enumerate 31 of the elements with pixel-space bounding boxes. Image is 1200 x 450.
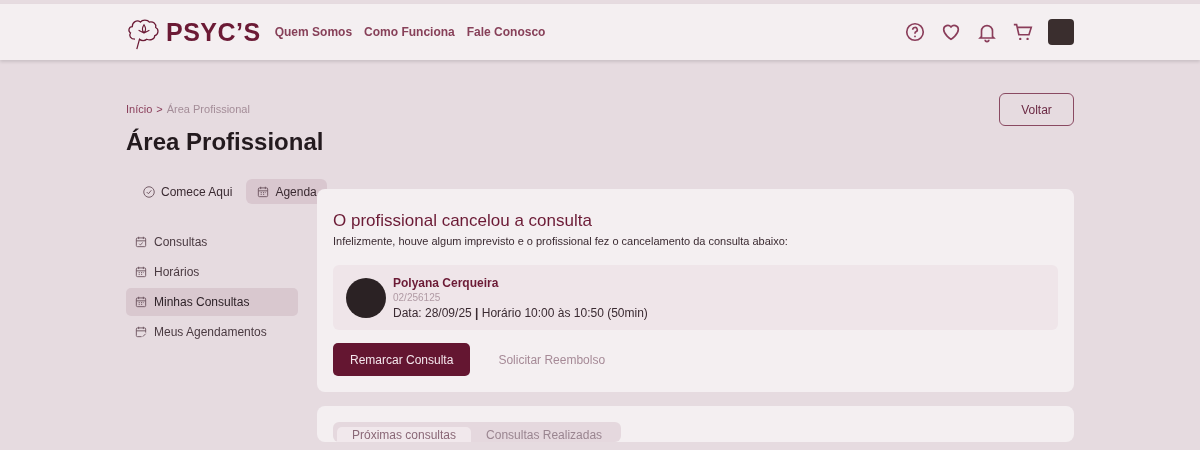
notice-message: Infelizmente, houve algum imprevisto e o profissional fez o cancelamento da consulta abaixo: xyxy=(333,235,789,247)
breadcrumb-separator: > xyxy=(156,103,163,115)
help-icon[interactable] xyxy=(904,21,926,43)
tab[interactable]: Próximas consultas xyxy=(337,427,472,442)
calendar-check-icon xyxy=(134,235,148,249)
sidebar-item[interactable]: Horários xyxy=(126,258,298,286)
profile-photo xyxy=(346,277,386,318)
appointment-details: Data: 28/09/25 | Horário 10:00 às 10:50 (50min) xyxy=(393,305,648,320)
page-title: Área Profissional xyxy=(126,128,324,156)
cart-icon[interactable] xyxy=(1012,21,1034,43)
sidebar-item[interactable]: Meus Agendamentos xyxy=(126,318,298,346)
calendar-edit-icon xyxy=(134,325,148,339)
check-circle-icon xyxy=(142,184,156,199)
tab[interactable]: Agenda xyxy=(246,179,327,204)
breadcrumb-current: Área Profissional xyxy=(166,103,250,115)
professional-name: Polyana Cerqueira xyxy=(393,275,500,290)
sidebar-item[interactable]: Consultas xyxy=(126,228,298,256)
sidebar-item[interactable]: Minhas Consultas xyxy=(126,288,298,316)
tab[interactable]: Comece Aqui xyxy=(132,179,243,204)
nav-link[interactable]: Como Funciona xyxy=(364,25,455,39)
logo-text[interactable]: PSYC’S xyxy=(166,17,261,47)
registration-code: 02/256125 xyxy=(393,291,442,303)
breadcrumb-link[interactable]: Início xyxy=(126,103,153,115)
back-button[interactable]: Voltar xyxy=(999,93,1074,126)
calendar-icon xyxy=(134,265,148,279)
calendar-icon xyxy=(256,184,271,199)
nav-link[interactable]: Fale Conosco xyxy=(466,25,546,39)
reschedule-button[interactable]: Remarcar Consulta xyxy=(333,343,471,376)
nav-link[interactable]: Quem Somos xyxy=(274,25,353,39)
calendar-icon xyxy=(134,295,148,309)
notice-title: O profissional cancelou a consulta xyxy=(333,211,593,231)
